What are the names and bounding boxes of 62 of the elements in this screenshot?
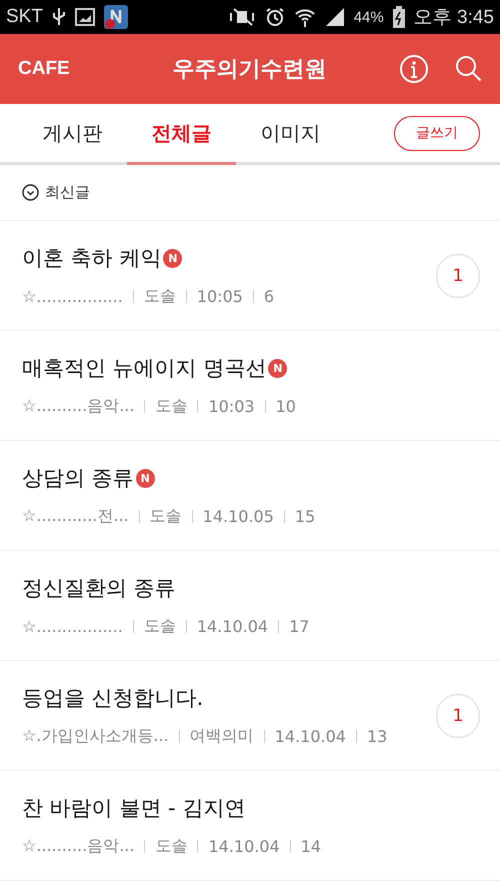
author-name: 도솔	[144, 616, 176, 637]
view-count: 6	[264, 287, 274, 306]
board-name: ☆............전...	[22, 506, 129, 527]
post-title: 이혼 축하 케익	[22, 245, 162, 272]
post-title: 등업을 신청합니다.	[22, 685, 204, 712]
app-notification-icon	[104, 5, 128, 29]
alarm-icon	[264, 7, 285, 27]
new-badge: N	[268, 358, 288, 378]
view-count: 17	[289, 617, 310, 636]
comment-count[interactable]: 1	[436, 254, 480, 298]
board-name: ☆..........음악...	[22, 396, 134, 417]
author-name: 도솔	[155, 396, 188, 417]
comment-count[interactable]: 1	[436, 694, 480, 738]
new-badge: N	[163, 248, 182, 268]
battery-charging-icon	[392, 6, 405, 28]
clock: 오후 3:45	[414, 6, 494, 30]
search-icon[interactable]	[454, 55, 482, 83]
carrier-label: SKT	[6, 6, 43, 28]
tab[interactable]: 게시판	[18, 104, 127, 165]
post-title: 상담의 종류	[22, 465, 134, 492]
post-item[interactable]: 상담의 종류 N ☆............전... 도솔 14.10.05 15	[0, 441, 500, 551]
view-count: 14	[300, 837, 322, 856]
author-name: 도솔	[150, 506, 182, 527]
write-button[interactable]: 글쓰기	[394, 116, 480, 150]
chevron-down-icon	[22, 184, 39, 201]
cafe-logo[interactable]: CAFE	[18, 58, 70, 80]
wifi-icon	[294, 7, 316, 27]
usb-icon	[52, 7, 66, 27]
post-title: 정신질환의 종류	[22, 575, 176, 602]
board-name: ☆.가입인사소개등...	[22, 726, 169, 747]
info-icon[interactable]	[399, 54, 429, 84]
post-item[interactable]: 찬 바람이 불면 - 김지연 ☆..........음악... 도솔 14.10.04 14	[0, 771, 500, 881]
post-item[interactable]: 등업을 신청합니다. ☆.가입인사소개등... 여백의미 14.10.04 13 1	[0, 661, 500, 771]
post-time: 14.10.04	[208, 837, 280, 856]
view-count: 15	[294, 507, 316, 526]
board-name: ☆.................	[22, 617, 123, 636]
post-item[interactable]: 이혼 축하 케익 N ☆................. 도솔 10:05 6 1	[0, 221, 500, 331]
view-count: 13	[366, 727, 388, 746]
post-time: 14.10.04	[274, 727, 346, 746]
image-icon	[74, 7, 95, 27]
post-time: 10:05	[196, 287, 243, 306]
battery-percent: 44%	[354, 8, 384, 26]
cafe-title: 우주의기수련원	[171, 56, 328, 84]
post-title: 매혹적인 뉴에이지 명곡선	[22, 355, 266, 382]
post-time: 14.10.05	[202, 507, 274, 526]
post-item[interactable]: 정신질환의 종류 ☆................. 도솔 14.10.04 17	[0, 551, 500, 661]
board-name: ☆..........음악...	[22, 836, 134, 857]
author-name: 도솔	[155, 836, 188, 857]
board-name: ☆.................	[22, 287, 123, 306]
view-count: 10	[276, 397, 296, 416]
tab[interactable]: 이미지	[236, 104, 345, 165]
author-name: 도솔	[144, 286, 176, 307]
post-time: 14.10.04	[196, 617, 268, 636]
tab[interactable]: 전체글	[127, 104, 236, 165]
post-item[interactable]: 매혹적인 뉴에이지 명곡선 N ☆..........음악... 도솔 10:03 10	[0, 331, 500, 441]
new-badge: N	[136, 468, 155, 488]
author-name: 여백의미	[190, 726, 254, 747]
post-title: 찬 바람이 불면 - 김지연	[22, 795, 246, 822]
post-time: 10:03	[208, 397, 255, 416]
sort-dropdown[interactable]: 최신글	[22, 183, 90, 202]
vibrate-mute-icon	[228, 7, 256, 27]
signal-icon	[324, 7, 345, 27]
